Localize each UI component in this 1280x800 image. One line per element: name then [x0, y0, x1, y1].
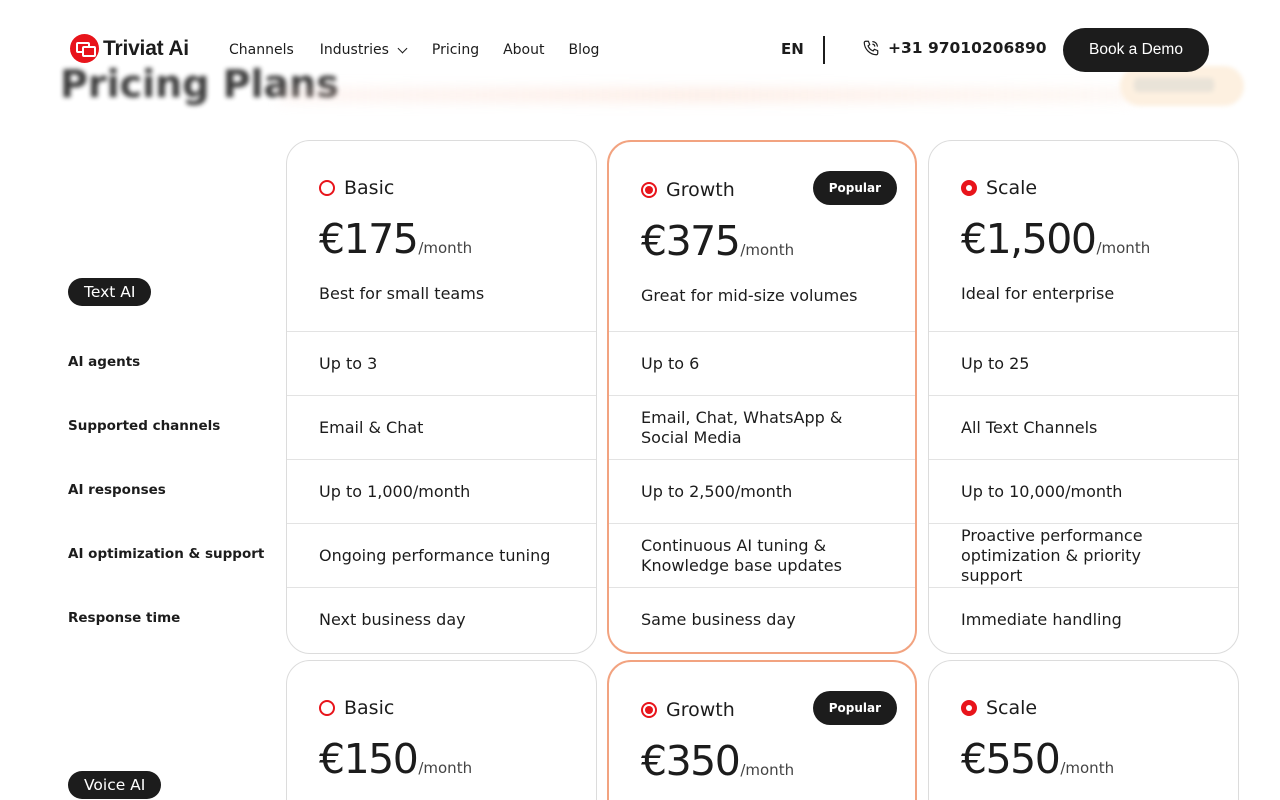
plan-tagline: Ideal for enterprise — [961, 284, 1115, 303]
popular-badge: Popular — [812, 691, 897, 725]
feature-supported-channels: Email, Chat, WhatsApp & Social Media — [609, 395, 915, 459]
chevron-down-icon — [397, 43, 408, 53]
row-label-response-time: Response time — [68, 610, 181, 626]
feature-ai-responses: Up to 10,000/month — [929, 459, 1238, 523]
site-header: Triviat Ai Channels Industries Pricing A… — [0, 0, 1280, 100]
phone-icon — [863, 40, 879, 56]
voice-plan-card-scale: Scale €550 /month — [928, 660, 1239, 800]
row-label-ai-responses: AI responses — [68, 482, 166, 498]
plan-price: €175 /month — [319, 215, 472, 263]
plan-tier-dot-icon — [319, 700, 335, 716]
feature-ai-agents: Up to 3 — [287, 331, 596, 395]
plan-tier-dot-icon — [961, 180, 977, 196]
price-period: /month — [740, 241, 795, 259]
plan-header: Growth — [641, 179, 735, 201]
plan-tier-dot-icon — [319, 180, 335, 196]
feature-ai-responses: Up to 2,500/month — [609, 459, 915, 523]
phone-number: +31 97010206890 — [888, 39, 1047, 57]
plan-name: Scale — [986, 177, 1038, 199]
plan-price: €1,500 /month — [961, 215, 1150, 263]
popular-badge: Popular — [812, 171, 897, 205]
price-amount: €350 — [641, 737, 741, 785]
plan-header: Scale — [961, 177, 1037, 199]
voice-plan-card-basic: Basic €150 /month — [286, 660, 597, 800]
section-text-ai: Text AI — [68, 278, 152, 306]
feature-ai-optimization: Continuous AI tuning & Knowledge base up… — [609, 523, 915, 587]
phone-link[interactable]: +31 97010206890 — [862, 39, 1047, 57]
plan-tier-dot-icon — [641, 182, 657, 198]
plan-name: Basic — [344, 177, 395, 199]
plan-header: Growth — [641, 699, 735, 721]
feature-ai-optimization: Proactive performance optimization & pri… — [929, 523, 1238, 587]
brand-logo[interactable]: Triviat Ai — [70, 34, 189, 63]
plan-price: €375 /month — [641, 217, 794, 265]
plan-tier-dot-icon — [641, 702, 657, 718]
price-period: /month — [418, 759, 473, 777]
nav-industries-label: Industries — [319, 42, 389, 58]
price-period: /month — [1096, 239, 1151, 257]
plan-header: Basic — [319, 697, 394, 719]
plan-price: €550 /month — [961, 735, 1114, 783]
plan-name: Growth — [666, 699, 735, 721]
section-voice-ai: Voice AI — [68, 771, 162, 799]
main-nav: Channels Industries Pricing About Blog — [229, 40, 599, 60]
book-demo-button[interactable]: Book a Demo — [1063, 28, 1209, 72]
price-amount: €150 — [319, 735, 419, 783]
price-amount: €375 — [641, 217, 741, 265]
feature-ai-responses: Up to 1,000/month — [287, 459, 596, 523]
text-plan-card-scale: Scale €1,500 /month Ideal for enterprise… — [928, 140, 1239, 654]
feature-response-time: Same business day — [609, 587, 915, 651]
feature-ai-agents: Up to 25 — [929, 331, 1238, 395]
plan-header: Basic — [319, 177, 394, 199]
nav-blog[interactable]: Blog — [569, 40, 600, 60]
nav-pricing[interactable]: Pricing — [432, 40, 479, 60]
brand-name: Triviat Ai — [103, 36, 189, 60]
voice-plan-card-growth: Growth Popular €350 /month — [607, 660, 917, 800]
plan-price: €350 /month — [641, 737, 794, 785]
price-period: /month — [418, 239, 473, 257]
text-plan-card-basic: Basic €175 /month Best for small teams U… — [286, 140, 597, 654]
plan-name: Scale — [986, 697, 1038, 719]
feature-ai-agents: Up to 6 — [609, 331, 915, 395]
price-period: /month — [1060, 759, 1115, 777]
nav-industries[interactable]: Industries — [319, 40, 408, 60]
text-plan-card-growth: Growth Popular €375 /month Great for mid… — [607, 140, 917, 654]
price-period: /month — [740, 761, 795, 779]
feature-supported-channels: All Text Channels — [929, 395, 1238, 459]
price-amount: €175 — [319, 215, 419, 263]
nav-about[interactable]: About — [503, 40, 544, 60]
price-amount: €550 — [961, 735, 1061, 783]
plan-name: Basic — [344, 697, 395, 719]
price-amount: €1,500 — [961, 215, 1097, 263]
nav-channels[interactable]: Channels — [229, 40, 294, 60]
feature-ai-optimization: Ongoing performance tuning — [287, 523, 596, 587]
feature-response-time: Next business day — [287, 587, 596, 651]
plan-tagline: Best for small teams — [319, 284, 485, 303]
header-divider — [823, 36, 825, 64]
plan-tier-dot-icon — [961, 700, 977, 716]
plan-tagline: Great for mid-size volumes — [641, 286, 858, 305]
row-label-ai-agents: AI agents — [68, 354, 141, 370]
chat-bubbles-icon — [70, 34, 99, 63]
feature-supported-channels: Email & Chat — [287, 395, 596, 459]
feature-response-time: Immediate handling — [929, 587, 1238, 651]
plan-name: Growth — [666, 179, 735, 201]
row-label-supported-channels: Supported channels — [68, 418, 221, 434]
language-switcher[interactable]: EN — [781, 40, 804, 58]
plan-header: Scale — [961, 697, 1037, 719]
row-label-ai-optimization: AI optimization & support — [68, 546, 265, 562]
plan-price: €150 /month — [319, 735, 472, 783]
